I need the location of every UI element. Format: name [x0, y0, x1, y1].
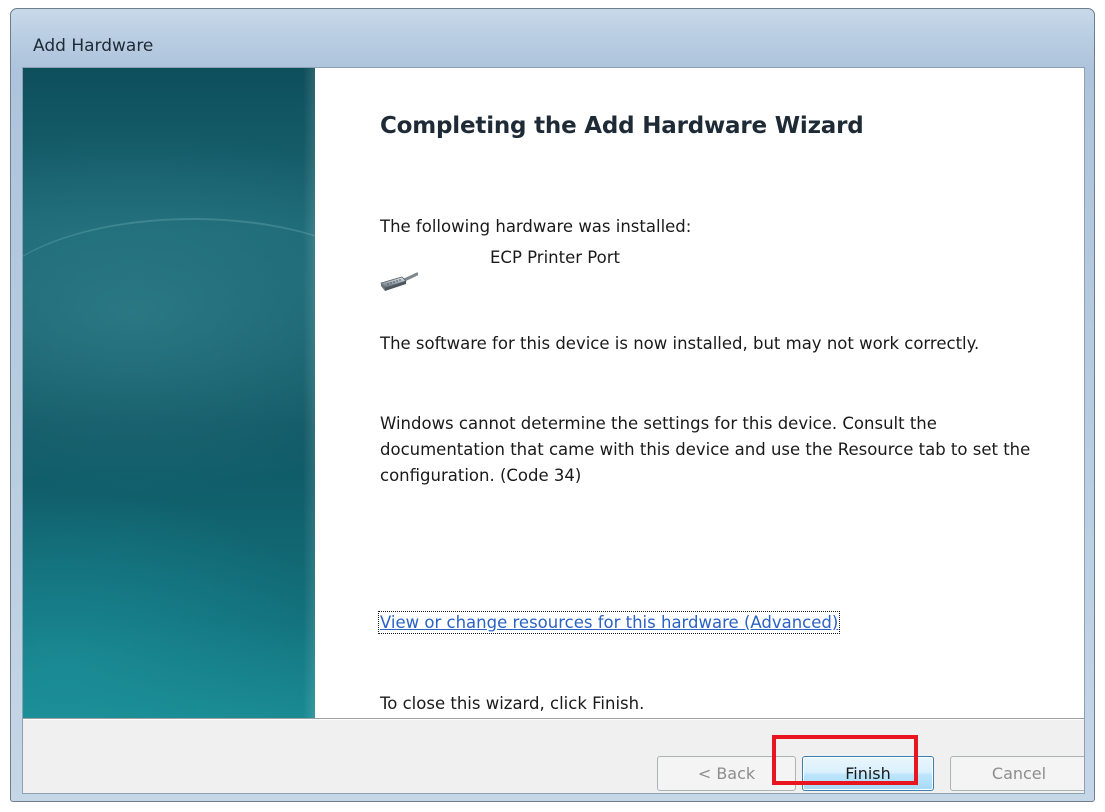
view-resources-link[interactable]: View or change resources for this hardwa… — [377, 611, 841, 634]
window-title: Add Hardware — [33, 36, 154, 56]
finish-button[interactable]: Finish — [802, 756, 934, 791]
add-hardware-window: Add Hardware Completing the Add Hardware… — [10, 8, 1095, 802]
device-name: ECP Printer Port — [490, 248, 620, 267]
wizard-content: Completing the Add Hardware Wizard The f… — [315, 68, 1084, 718]
footer-divider-highlight — [23, 719, 1084, 720]
wizard-client-area: Completing the Add Hardware Wizard The f… — [22, 67, 1085, 794]
title-bar[interactable]: Add Hardware — [11, 9, 1094, 65]
warning-message: The software for this device is now inst… — [380, 334, 980, 353]
parallel-port-icon — [380, 272, 418, 291]
cancel-button[interactable]: Cancel — [950, 756, 1084, 791]
installed-hardware-label: The following hardware was installed: — [380, 217, 692, 236]
error-code-message: Windows cannot determine the settings fo… — [380, 414, 1031, 485]
banner-edge-sheen — [303, 68, 315, 718]
wizard-heading: Completing the Add Hardware Wizard — [380, 113, 864, 139]
close-instruction: To close this wizard, click Finish. — [380, 694, 645, 713]
wizard-side-banner — [23, 68, 315, 718]
banner-curve-decoration — [23, 218, 315, 400]
back-button[interactable]: < Back — [657, 756, 796, 791]
